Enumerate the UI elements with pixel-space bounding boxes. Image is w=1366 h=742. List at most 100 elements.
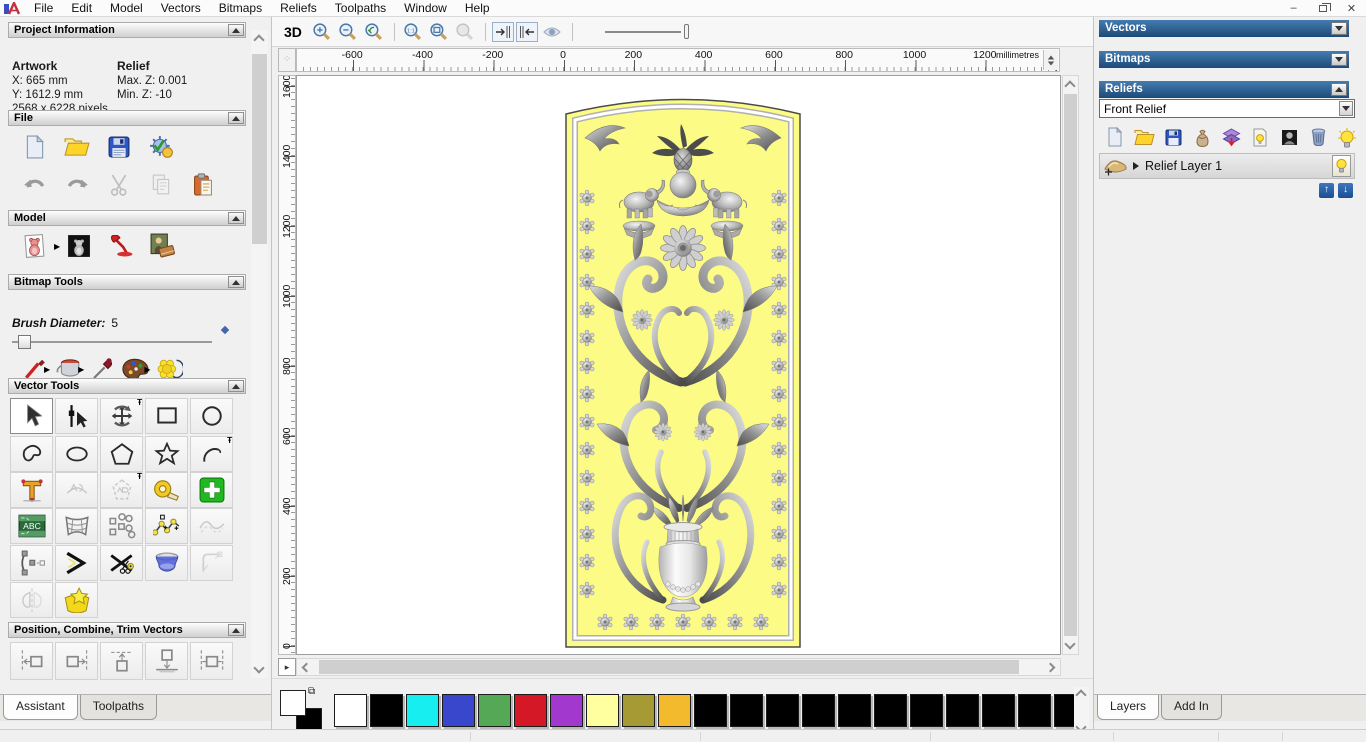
tab-toolpaths[interactable]: Toolpaths xyxy=(79,695,158,720)
menu-item[interactable]: Edit xyxy=(62,0,101,16)
move-layer-up-icon[interactable]: ↑ xyxy=(1319,183,1334,198)
create-arc-icon[interactable]: Ŧ xyxy=(190,436,233,472)
scroll-right-icon[interactable] xyxy=(1045,662,1056,673)
minimize-icon[interactable]: – xyxy=(1279,0,1308,16)
vector-doctor-icon[interactable] xyxy=(190,472,233,508)
fill-flyout-arrow-icon[interactable]: ▶ xyxy=(78,365,84,374)
close-icon[interactable]: ✕ xyxy=(1337,0,1366,16)
scrollbar-thumb[interactable] xyxy=(252,54,267,244)
align-bottom-icon[interactable] xyxy=(145,642,188,680)
ruler-units-dropdown[interactable] xyxy=(1043,50,1058,70)
scrollbar-thumb[interactable] xyxy=(319,660,1019,674)
node-editing-icon[interactable] xyxy=(55,398,98,434)
palette-swatch[interactable] xyxy=(370,694,403,727)
cut-icon[interactable] xyxy=(104,171,134,199)
relief-selector-arrow-icon[interactable] xyxy=(1339,101,1353,116)
restore-icon[interactable] xyxy=(1308,0,1337,16)
assistant-scrollbar[interactable] xyxy=(251,30,268,678)
delete-relief-layer-icon[interactable] xyxy=(1305,125,1331,149)
scrollbar-thumb[interactable] xyxy=(1064,94,1077,636)
model-options-icon[interactable] xyxy=(146,133,176,161)
palette-swatch[interactable] xyxy=(514,694,547,727)
palette-swatch[interactable] xyxy=(658,694,691,727)
palette-swatch[interactable] xyxy=(802,694,835,727)
create-ellipse-icon[interactable] xyxy=(55,436,98,472)
open-model-icon[interactable] xyxy=(62,133,92,161)
canvas-corner-button[interactable]: ▸ xyxy=(278,658,296,676)
palette-swatch[interactable] xyxy=(946,694,979,727)
greyscale-from-model-icon[interactable] xyxy=(64,232,94,260)
tab-assistant[interactable]: Assistant xyxy=(3,695,78,720)
ruler-origin-toggle[interactable]: ⁘ xyxy=(278,48,296,72)
fit-curve-icon[interactable] xyxy=(145,508,188,544)
save-model-icon[interactable] xyxy=(104,133,134,161)
menu-item[interactable]: Model xyxy=(101,0,152,16)
save-relief-layer-icon[interactable] xyxy=(1160,125,1186,149)
palette-swatch[interactable] xyxy=(550,694,583,727)
relief-artwork[interactable] xyxy=(565,80,801,648)
palette-swatch[interactable] xyxy=(442,694,475,727)
menu-item[interactable]: Vectors xyxy=(152,0,210,16)
palette-flyout-arrow-icon[interactable]: ▶ xyxy=(144,365,150,374)
collapse-reliefs-icon[interactable] xyxy=(1331,83,1347,96)
relief-layer-row[interactable]: Relief Layer 1 xyxy=(1099,153,1355,179)
scroll-left-icon[interactable] xyxy=(301,662,312,673)
merge-relief-layers-icon[interactable] xyxy=(1218,125,1244,149)
palette-swatch[interactable] xyxy=(406,694,439,727)
create-text-icon[interactable] xyxy=(10,472,53,508)
create-bisector-icon[interactable] xyxy=(55,545,98,581)
load-image-icon[interactable] xyxy=(148,232,178,260)
create-circle-icon[interactable] xyxy=(190,398,233,434)
scroll-down-icon[interactable] xyxy=(1064,638,1076,650)
palette-swatch[interactable] xyxy=(730,694,763,727)
toggle-left-panel-icon[interactable] xyxy=(491,21,514,42)
interactive-sculpting-icon[interactable] xyxy=(145,545,188,581)
zoom-1to1-icon[interactable]: 1:1 xyxy=(401,21,425,43)
collapse-project-info-button[interactable] xyxy=(228,24,244,36)
select-vectors-icon[interactable] xyxy=(10,398,53,434)
primary-colour-swatch[interactable] xyxy=(280,689,306,716)
zoom-previous-icon[interactable] xyxy=(362,21,386,43)
flyout-arrow-icon[interactable]: ▶ xyxy=(54,242,60,251)
zoom-out-icon[interactable] xyxy=(336,21,360,43)
collapse-position-button[interactable] xyxy=(228,624,244,636)
reliefs-header[interactable]: Reliefs xyxy=(1099,81,1349,98)
measure-icon[interactable] xyxy=(145,472,188,508)
transform-vectors-icon[interactable]: Ŧ xyxy=(100,398,143,434)
palette-swatch[interactable] xyxy=(586,694,619,727)
scroll-up-icon[interactable] xyxy=(1064,80,1076,92)
canvas-vertical-scrollbar[interactable] xyxy=(1062,75,1079,655)
tab-layers[interactable]: Layers xyxy=(1097,695,1160,720)
wrap-text-icon[interactable]: Ŧ xyxy=(100,472,143,508)
copy-icon[interactable] xyxy=(146,171,176,199)
drawing-canvas[interactable] xyxy=(296,75,1061,655)
move-layer-down-icon[interactable]: ↓ xyxy=(1338,183,1353,198)
align-top-icon[interactable] xyxy=(100,642,143,680)
paint-flyout-arrow-icon[interactable]: ▶ xyxy=(44,365,50,374)
mirror-vectors-icon[interactable] xyxy=(10,582,53,618)
open-relief-layer-icon[interactable] xyxy=(1131,125,1157,149)
redo-icon[interactable] xyxy=(62,171,92,199)
link-colours-icon[interactable]: ⧉ xyxy=(308,686,315,697)
greyscale-preview-icon[interactable] xyxy=(1276,125,1302,149)
palette-swatch[interactable] xyxy=(622,694,655,727)
menu-item[interactable]: Reliefs xyxy=(271,0,326,16)
collapse-file-button[interactable] xyxy=(228,112,244,124)
undo-icon[interactable] xyxy=(20,171,50,199)
create-polyline-icon[interactable] xyxy=(10,436,53,472)
menu-item[interactable]: Bitmaps xyxy=(210,0,271,16)
vectors-header[interactable]: Vectors xyxy=(1099,20,1349,37)
text-on-curve-icon[interactable] xyxy=(55,472,98,508)
expand-bitmaps-icon[interactable] xyxy=(1331,53,1347,66)
scroll-up-icon[interactable] xyxy=(1075,689,1087,701)
offset-vectors-icon[interactable] xyxy=(190,508,233,544)
new-relief-layer-icon[interactable] xyxy=(1102,125,1128,149)
trim-vectors-icon[interactable] xyxy=(100,545,143,581)
menu-item[interactable]: Help xyxy=(456,0,499,16)
align-right-icon[interactable] xyxy=(55,642,98,680)
relief-selector-dropdown[interactable]: Front Relief xyxy=(1099,99,1355,118)
brush-diameter-slider[interactable] xyxy=(12,335,212,349)
texture-vectors-icon[interactable] xyxy=(55,582,98,618)
palette-swatch[interactable] xyxy=(478,694,511,727)
center-horizontal-icon[interactable] xyxy=(190,642,233,680)
